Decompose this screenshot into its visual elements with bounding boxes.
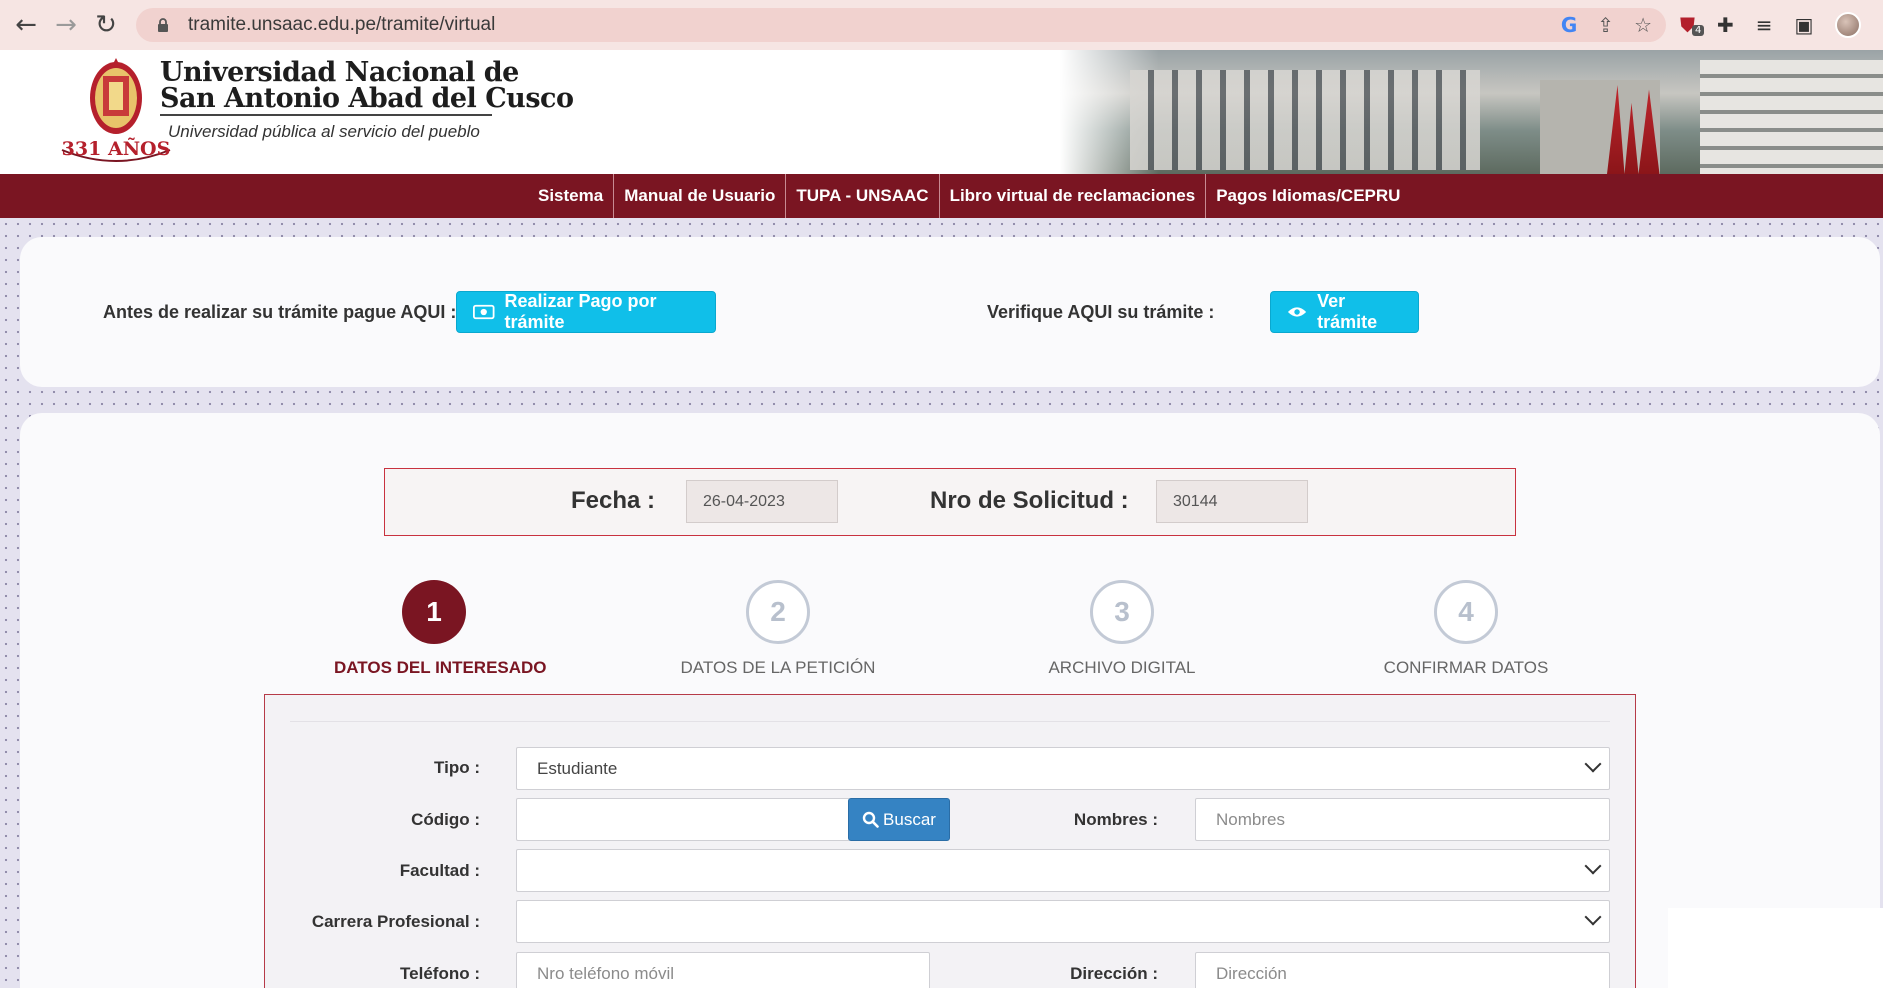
step-4-label: CONFIRMAR DATOS <box>1383 658 1549 677</box>
codigo-label: Código : <box>411 810 480 829</box>
nombres-input[interactable]: Nombres <box>1195 798 1610 841</box>
page-corner-overlay <box>1668 908 1883 988</box>
chevron-down-icon <box>1584 857 1602 875</box>
step-2-label: DATOS DE LA PETICIÓN <box>680 658 876 677</box>
building-image <box>1700 60 1883 174</box>
side-panel-icon[interactable]: ▣ <box>1795 13 1814 37</box>
step-2[interactable]: 2 DATOS DE LA PETICIÓN <box>678 580 878 678</box>
step-1[interactable]: 1 DATOS DEL INTERESADO <box>334 580 547 678</box>
view-procedure-button[interactable]: Ver trámite <box>1270 291 1419 333</box>
bookmark-star-icon[interactable]: ☆ <box>1634 13 1652 37</box>
nav-item-reclamaciones[interactable]: Libro virtual de reclamaciones <box>940 174 1207 218</box>
lock-icon[interactable] <box>152 17 174 33</box>
request-number-label: Nro de Solicitud : <box>930 487 1129 514</box>
date-field: 26-04-2023 <box>686 480 838 523</box>
money-icon <box>473 304 495 320</box>
pay-button-label: Realizar Pago por trámite <box>504 291 657 332</box>
search-icon <box>862 811 879 828</box>
university-name[interactable]: Universidad Nacional de San Antonio Abad… <box>160 59 574 114</box>
facultad-label: Facultad : <box>399 861 480 880</box>
step-4[interactable]: 4 CONFIRMAR DATOS <box>1366 580 1566 678</box>
nombres-label: Nombres : <box>1073 810 1158 829</box>
forward-arrow-icon[interactable]: → <box>48 7 84 43</box>
tipo-label: Tipo : <box>434 758 480 777</box>
university-tagline: Universidad pública al servicio del pueb… <box>168 122 480 141</box>
step-3-label: ARCHIVO DIGITAL <box>1048 658 1196 677</box>
pay-label: Antes de realizar su trámite pague AQUI … <box>103 302 457 322</box>
chevron-down-icon <box>1584 908 1602 926</box>
telefono-label: Teléfono : <box>400 964 480 983</box>
step-2-circle: 2 <box>746 580 810 644</box>
carrera-select[interactable] <box>516 900 1610 943</box>
google-icon[interactable]: G <box>1561 13 1577 37</box>
carrera-label: Carrera Profesional : <box>311 912 480 931</box>
main-navbar: Sistema Manual de Usuario TUPA - UNSAAC … <box>0 174 1883 218</box>
date-label: Fecha : <box>571 487 656 514</box>
pay-button[interactable]: Realizar Pago por trámite <box>456 291 716 333</box>
site-banner: 331 AÑOS Universidad Nacional de San Ant… <box>0 50 1883 174</box>
search-button-label: Buscar <box>883 809 936 829</box>
nav-item-sistema[interactable]: Sistema <box>528 174 615 218</box>
direccion-input[interactable]: Dirección <box>1195 952 1610 988</box>
university-name-line2: San Antonio Abad del Cusco <box>160 83 574 114</box>
header-divider <box>160 114 492 116</box>
crest-years-text: 331 AÑOS <box>62 137 171 160</box>
view-procedure-label: Ver trámite <box>1317 291 1378 332</box>
chevron-down-icon <box>1584 755 1602 773</box>
reload-icon[interactable]: ↻ <box>88 7 124 43</box>
university-crest-logo[interactable]: 331 AÑOS <box>58 54 176 172</box>
extensions-puzzle-icon[interactable]: ✚ <box>1717 13 1734 37</box>
step-1-label: DATOS DEL INTERESADO <box>334 658 547 677</box>
nav-item-manual[interactable]: Manual de Usuario <box>614 174 787 218</box>
applicant-form <box>264 694 1636 988</box>
tipo-select-value: Estudiante <box>537 758 618 778</box>
media-list-icon[interactable]: ≡ <box>1756 13 1773 37</box>
building-image <box>1130 70 1480 170</box>
eye-icon <box>1287 307 1307 317</box>
step-4-circle: 4 <box>1434 580 1498 644</box>
tipo-select[interactable]: Estudiante <box>516 747 1610 790</box>
verify-label: Verifique AQUI su trámite : <box>987 302 1215 322</box>
share-icon[interactable]: ⇪ <box>1597 13 1614 37</box>
profile-avatar[interactable] <box>1835 12 1862 38</box>
url-text: tramite.unsaac.edu.pe/tramite/virtual <box>188 14 496 35</box>
step-1-circle: 1 <box>402 580 466 644</box>
telefono-input[interactable]: Nro teléfono móvil <box>516 952 930 988</box>
extension-badge-count: 4 <box>1692 25 1705 36</box>
direccion-label: Dirección : <box>1070 964 1158 983</box>
request-number-field: 30144 <box>1156 480 1308 523</box>
address-bar[interactable]: tramite.unsaac.edu.pe/tramite/virtual G … <box>136 8 1666 42</box>
nav-item-tupa[interactable]: TUPA - UNSAAC <box>786 174 940 218</box>
campus-photo <box>1060 50 1883 174</box>
search-button[interactable]: Buscar <box>848 798 950 841</box>
step-3[interactable]: 3 ARCHIVO DIGITAL <box>1022 580 1222 678</box>
back-arrow-icon[interactable]: ← <box>8 7 44 43</box>
nav-item-pagos-idiomas[interactable]: Pagos Idiomas/CEPRU <box>1206 174 1410 218</box>
browser-toolbar: ← → ↻ tramite.unsaac.edu.pe/tramite/virt… <box>0 0 1883 50</box>
facultad-select[interactable] <box>516 849 1610 892</box>
extension-badge-icon[interactable]: ⛊ 4 <box>1680 13 1705 37</box>
codigo-input[interactable] <box>516 798 850 841</box>
step-3-circle: 3 <box>1090 580 1154 644</box>
form-divider <box>290 721 1610 722</box>
